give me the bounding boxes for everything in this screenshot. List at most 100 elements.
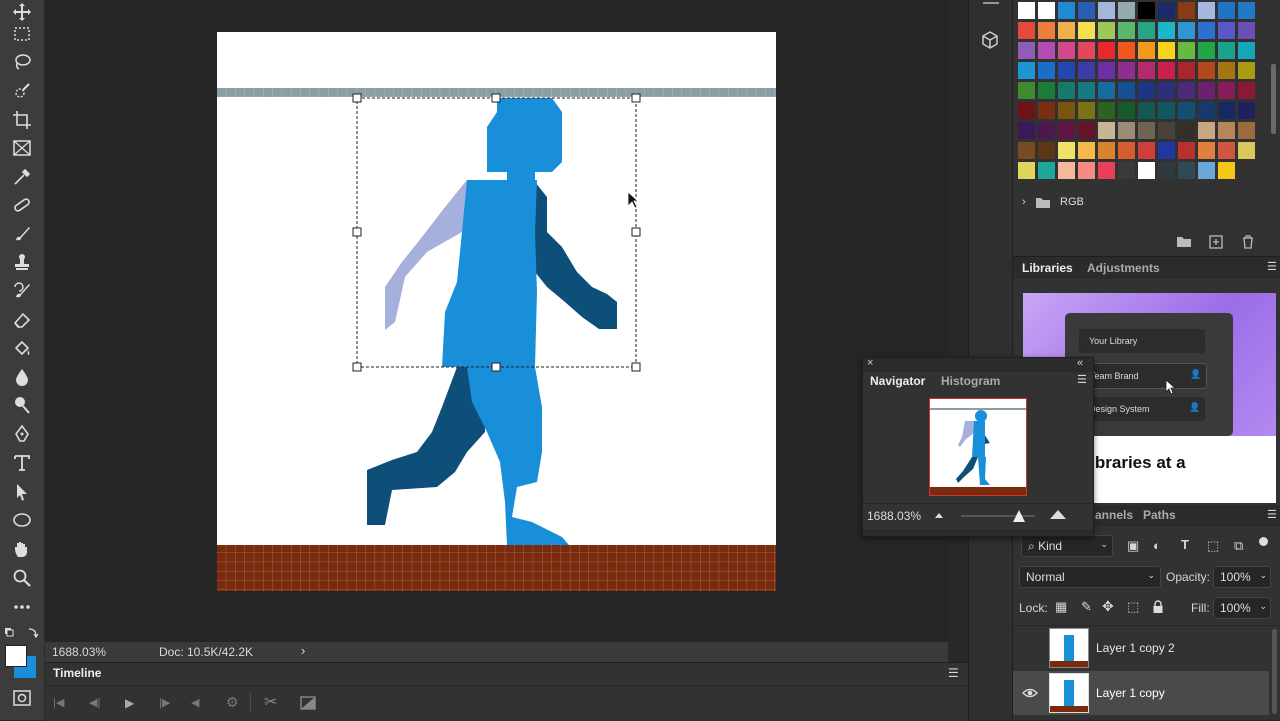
filter-toggle[interactable]	[1259, 537, 1268, 546]
eyedropper-tool-icon[interactable]	[8, 165, 36, 189]
color-swatch[interactable]	[1098, 22, 1115, 39]
color-swatch[interactable]	[1178, 82, 1195, 99]
ellipse-tool-icon[interactable]	[8, 508, 36, 532]
libraries-menu-icon[interactable]: ☰	[1267, 260, 1277, 273]
color-swatch[interactable]	[1118, 162, 1135, 179]
previous-frame-icon[interactable]: ◀|	[89, 696, 100, 709]
color-swatch[interactable]	[1098, 42, 1115, 59]
color-swatch[interactable]	[1118, 82, 1135, 99]
color-swatch[interactable]	[1198, 42, 1215, 59]
close-icon[interactable]: ×	[867, 357, 873, 369]
more-tools-icon[interactable]	[8, 595, 36, 619]
color-swatch[interactable]	[1038, 2, 1055, 19]
filter-pixel-layer-icon[interactable]: ▣	[1127, 538, 1139, 554]
lock-transparent-pixels-icon[interactable]: ▦	[1055, 599, 1067, 615]
color-swatch[interactable]	[1078, 62, 1095, 79]
status-chevron-icon[interactable]: ›	[301, 643, 305, 658]
color-swatch[interactable]	[1158, 102, 1175, 119]
paint-bucket-tool-icon[interactable]	[8, 337, 36, 361]
color-swatch[interactable]	[1138, 162, 1155, 179]
tab-histogram[interactable]: Histogram	[941, 374, 1000, 388]
filter-smart-object-icon[interactable]: ⧉	[1234, 538, 1243, 554]
color-swatch[interactable]	[1178, 162, 1195, 179]
timeline-menu-icon[interactable]: ☰	[948, 666, 959, 680]
color-swatch[interactable]	[1218, 162, 1235, 179]
color-swatch[interactable]	[1038, 142, 1055, 159]
color-swatch[interactable]	[1118, 102, 1135, 119]
swatch-group-label[interactable]: RGB	[1060, 196, 1084, 208]
layer-row[interactable]: Layer 1 copy 2	[1013, 626, 1269, 670]
color-swatch[interactable]	[1238, 102, 1255, 119]
layers-menu-icon[interactable]: ☰	[1267, 508, 1277, 521]
navigator-thumbnail[interactable]	[929, 398, 1027, 496]
color-swatch[interactable]	[1178, 62, 1195, 79]
zoom-out-icon[interactable]	[934, 512, 944, 519]
filter-type-layer-icon[interactable]: T	[1181, 537, 1189, 552]
color-swatch[interactable]	[1158, 162, 1175, 179]
tab-libraries[interactable]: Libraries	[1022, 261, 1073, 275]
color-swatch[interactable]	[1058, 82, 1075, 99]
hand-tool-icon[interactable]	[8, 537, 36, 561]
color-swatch[interactable]	[1158, 2, 1175, 19]
color-swatch[interactable]	[1178, 42, 1195, 59]
color-swatch[interactable]	[1138, 122, 1155, 139]
collapse-icon[interactable]: «	[1077, 357, 1083, 369]
color-swatch[interactable]	[1018, 122, 1035, 139]
color-swatch[interactable]	[1118, 122, 1135, 139]
color-swatch[interactable]	[1198, 82, 1215, 99]
color-swatch[interactable]	[1038, 102, 1055, 119]
color-swatch[interactable]	[1218, 62, 1235, 79]
color-swatch[interactable]	[1238, 62, 1255, 79]
color-swatch[interactable]	[1038, 162, 1055, 179]
color-swatch[interactable]	[1018, 2, 1035, 19]
type-tool-icon[interactable]	[8, 451, 36, 475]
color-swatch[interactable]	[1138, 42, 1155, 59]
lock-position-icon[interactable]: ✥	[1102, 598, 1114, 615]
color-swatch[interactable]	[1018, 162, 1035, 179]
properties-icon[interactable]	[981, 0, 1001, 8]
color-swatch[interactable]	[1118, 62, 1135, 79]
transition-icon[interactable]	[300, 696, 316, 710]
layers-scrollbar[interactable]	[1269, 625, 1279, 720]
color-swatch[interactable]	[1018, 102, 1035, 119]
audio-icon[interactable]: ◀	[191, 696, 199, 709]
color-swatch[interactable]	[1238, 2, 1255, 19]
eraser-tool-icon[interactable]	[8, 308, 36, 332]
marquee-tool-icon[interactable]	[8, 22, 36, 46]
visibility-toggle-empty[interactable]	[1023, 641, 1037, 655]
color-swatch[interactable]	[1178, 122, 1195, 139]
color-swatch[interactable]	[1018, 42, 1035, 59]
blur-tool-icon[interactable]	[8, 365, 36, 389]
color-swatch[interactable]	[1038, 62, 1055, 79]
first-frame-icon[interactable]: |◀	[53, 696, 64, 709]
path-selection-tool-icon[interactable]	[8, 480, 36, 504]
lock-image-pixels-icon[interactable]: ✎	[1081, 599, 1092, 615]
color-swatch[interactable]	[1078, 82, 1095, 99]
play-icon[interactable]: ▶	[125, 696, 134, 710]
brush-tool-icon[interactable]	[8, 222, 36, 246]
layer-name[interactable]: Layer 1 copy	[1096, 686, 1165, 700]
tab-navigator[interactable]: Navigator	[870, 374, 925, 388]
color-swatch[interactable]	[1158, 82, 1175, 99]
frame-tool-icon[interactable]	[8, 136, 36, 160]
color-swatch[interactable]	[1038, 22, 1055, 39]
color-swatch[interactable]	[1198, 102, 1215, 119]
layer-name[interactable]: Layer 1 copy 2	[1096, 641, 1175, 655]
move-tool-icon[interactable]	[8, 0, 36, 24]
color-swatch[interactable]	[1058, 62, 1075, 79]
zoom-slider-thumb[interactable]	[1012, 510, 1025, 522]
zoom-tool-icon[interactable]	[8, 566, 36, 590]
color-swatch[interactable]	[1098, 162, 1115, 179]
color-swatch[interactable]	[1138, 142, 1155, 159]
color-swatch[interactable]	[1118, 142, 1135, 159]
color-swatch[interactable]	[1198, 22, 1215, 39]
lock-all-icon[interactable]	[1152, 600, 1164, 614]
color-swatch[interactable]	[1078, 22, 1095, 39]
color-swatch[interactable]	[1218, 82, 1235, 99]
new-swatch-icon[interactable]	[1209, 235, 1223, 249]
color-swatch[interactable]	[1158, 42, 1175, 59]
navigator-titlebar[interactable]	[863, 358, 1093, 372]
color-swatch[interactable]	[1078, 162, 1095, 179]
delete-swatch-trash-icon[interactable]	[1241, 235, 1255, 249]
color-swatch[interactable]	[1078, 102, 1095, 119]
